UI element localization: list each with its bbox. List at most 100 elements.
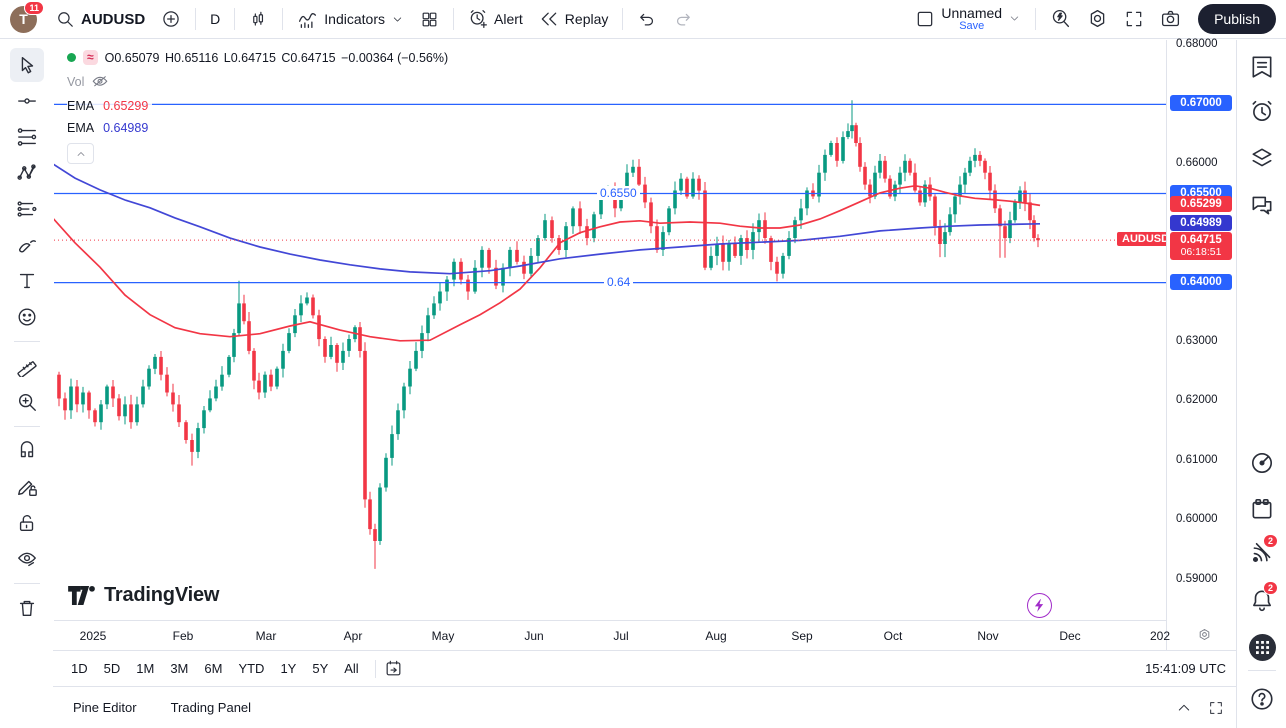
range-button-3m[interactable]: 3M [162, 657, 196, 680]
pencil-lock-icon [16, 476, 38, 498]
watchlist-icon[interactable] [1249, 54, 1275, 80]
ruler-icon [16, 355, 38, 377]
interval-button[interactable]: D [203, 7, 227, 31]
quick-search-button[interactable] [1043, 4, 1078, 33]
price-scale[interactable]: 0.680000.660000.630000.620000.610000.600… [1166, 40, 1236, 650]
range-button-1m[interactable]: 1M [128, 657, 162, 680]
spark-icon[interactable] [1027, 593, 1052, 618]
main-series-row[interactable]: ≈ O0.65079 H0.65116 L0.64715 C0.64715 −0… [67, 50, 454, 65]
panel-expand-chevron-icon[interactable] [1176, 700, 1192, 716]
redo-button[interactable] [666, 5, 700, 33]
scale-settings-gear-icon[interactable] [1197, 627, 1212, 642]
tool-remove-objects[interactable] [10, 591, 44, 625]
level-label: 0.6550 [597, 186, 640, 200]
ohlc-open: O0.65079 [105, 51, 160, 65]
status-bar: Pine Editor Trading Panel [53, 686, 1236, 728]
tool-zoom-in[interactable] [10, 385, 44, 419]
indicators-button[interactable]: Indicators [290, 5, 411, 34]
tool-xabcd-pattern[interactable] [10, 156, 44, 190]
clock[interactable]: 15:41:09 UTC [1145, 661, 1228, 676]
time-axis-label: Feb [173, 629, 194, 643]
toolbar-separator [622, 8, 623, 30]
snapshot-button[interactable] [1153, 4, 1188, 33]
time-axis[interactable]: 2025FebMarAprMayJunJulAugSepOctNovDec202 [54, 620, 1166, 651]
tool-drawing-mode[interactable] [10, 470, 44, 504]
tool-lock-all[interactable] [10, 506, 44, 540]
replay-button[interactable]: Replay [532, 5, 616, 33]
chart-settings-button[interactable] [1080, 4, 1115, 33]
chevron-down-icon[interactable] [391, 13, 404, 26]
eye-off-icon[interactable] [91, 73, 109, 91]
range-button-ytd[interactable]: YTD [230, 657, 272, 680]
time-axis-label: Oct [884, 629, 903, 643]
chevron-down-icon[interactable] [1008, 12, 1021, 25]
chart-style-button[interactable] [242, 6, 275, 33]
tab-trading-panel[interactable]: Trading Panel [171, 700, 251, 715]
tab-pine-editor[interactable]: Pine Editor [73, 700, 137, 715]
ema-row-2[interactable]: EMA 0.64989 [67, 121, 152, 135]
object-tree-icon[interactable] [1249, 145, 1275, 171]
market-status-dot [67, 53, 76, 62]
projection-icon [16, 198, 38, 220]
layout-grid-button[interactable] [413, 6, 446, 33]
level-label: 0.64 [604, 275, 633, 289]
fullscreen-button[interactable] [1117, 5, 1151, 33]
volume-row[interactable]: Vol [67, 73, 113, 91]
chat-icon[interactable] [1249, 192, 1275, 218]
alerts-clock-icon[interactable] [1249, 99, 1275, 125]
ema-red-line[interactable] [54, 186, 1040, 341]
tool-projection[interactable] [10, 192, 44, 226]
tool-hide-drawings[interactable] [10, 542, 44, 576]
time-axis-label: Jul [613, 629, 628, 643]
range-button-1d[interactable]: 1D [63, 657, 96, 680]
tool-trend-line[interactable] [10, 84, 44, 118]
trend-line-icon [16, 90, 38, 112]
chart-plot[interactable]: ≈ O0.65079 H0.65116 L0.64715 C0.64715 −0… [54, 40, 1166, 620]
calendar-icon[interactable] [1249, 496, 1275, 522]
range-button-5d[interactable]: 5D [96, 657, 129, 680]
publish-button[interactable]: Publish [1198, 4, 1276, 34]
time-axis-label: Jun [524, 629, 543, 643]
add-symbol-button[interactable] [154, 5, 188, 33]
help-icon[interactable] [1249, 686, 1275, 712]
ohlc-values: O0.65079 H0.65116 L0.64715 C0.64715 −0.0… [105, 51, 451, 65]
time-axis-label: Dec [1059, 629, 1080, 643]
range-button-all[interactable]: All [336, 657, 366, 680]
user-avatar[interactable]: T 11 [10, 6, 37, 33]
layout-select-button[interactable]: Unnamed Save [908, 2, 1028, 36]
lightning-icon [1034, 599, 1045, 612]
tool-text[interactable] [10, 264, 44, 298]
range-button-6m[interactable]: 6M [196, 657, 230, 680]
go-to-date-icon[interactable] [384, 659, 403, 678]
grid-layout-icon [420, 10, 439, 29]
tool-cursor[interactable] [10, 48, 44, 82]
price-label-badge: 0.64000 [1170, 274, 1232, 290]
tool-measure[interactable] [10, 349, 44, 383]
tool-magnet[interactable] [10, 434, 44, 468]
brush-icon [16, 234, 38, 256]
symbol-search-button[interactable]: AUDUSD [49, 6, 152, 33]
tool-brush[interactable] [10, 228, 44, 262]
tool-emoji[interactable] [10, 300, 44, 334]
time-axis-label: May [432, 629, 455, 643]
target-icon[interactable] [1249, 450, 1275, 476]
delayed-data-badge[interactable]: ≈ [83, 50, 98, 65]
text-icon [16, 270, 38, 292]
drawing-toolbar [0, 40, 53, 728]
symbol-price-tag: AUDUSD [1117, 232, 1166, 246]
time-axis-label: Nov [977, 629, 998, 643]
ema-blue-line[interactable] [54, 162, 1040, 274]
streams-count-badge: 2 [1263, 534, 1278, 548]
range-button-5y[interactable]: 5Y [304, 657, 336, 680]
ema-row-1[interactable]: EMA 0.65299 [67, 99, 152, 113]
save-link[interactable]: Save [959, 21, 984, 33]
legend-collapse-button[interactable] [67, 143, 94, 164]
volume-label: Vol [67, 75, 84, 89]
apps-menu-button[interactable] [1249, 634, 1276, 661]
tool-fib-retracement[interactable] [10, 120, 44, 154]
range-button-1y[interactable]: 1Y [272, 657, 304, 680]
panel-maximize-icon[interactable] [1208, 700, 1224, 716]
quick-search-icon [1050, 8, 1071, 29]
alert-button[interactable]: Alert [461, 5, 530, 33]
undo-button[interactable] [630, 5, 664, 33]
